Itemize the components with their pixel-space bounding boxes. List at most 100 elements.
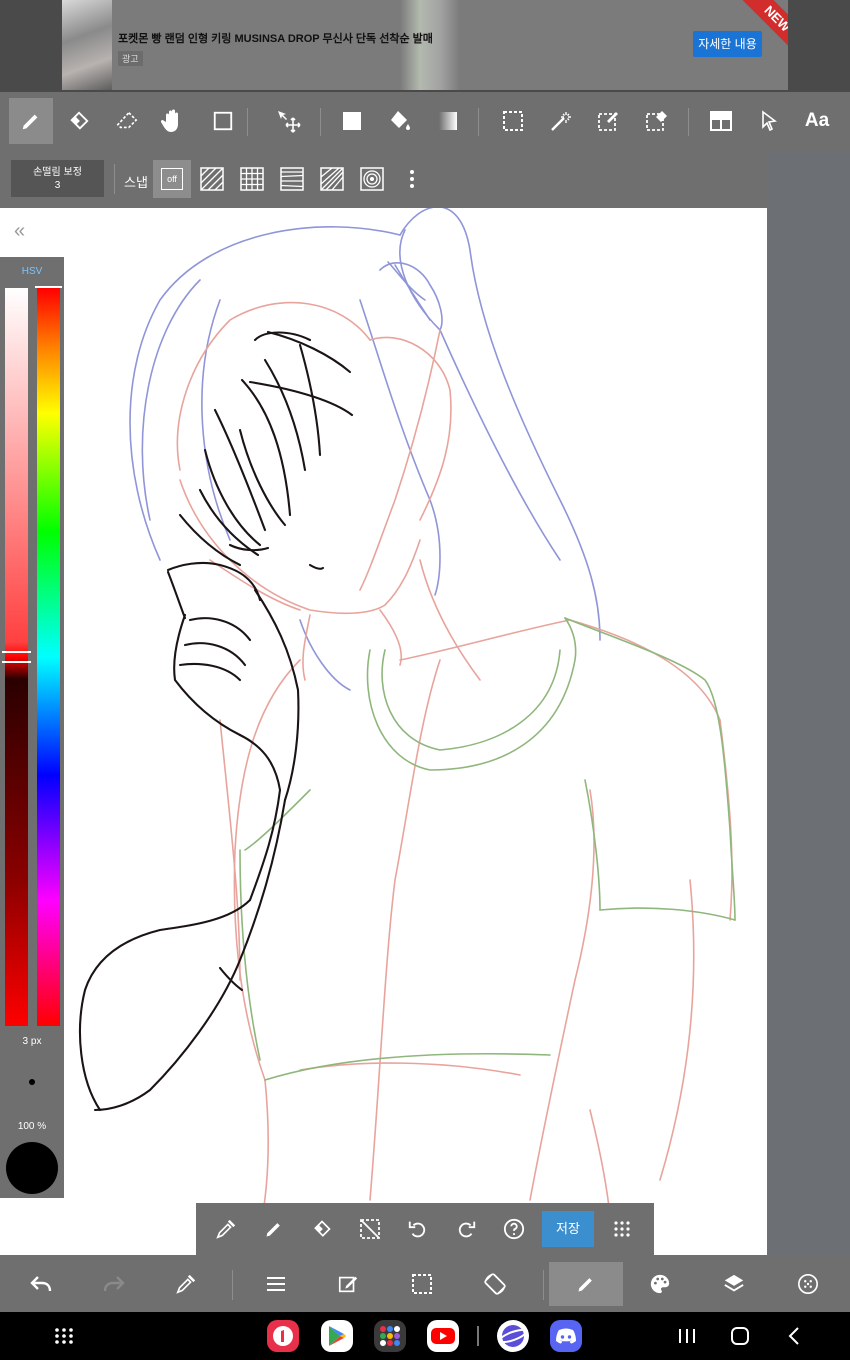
ad-thumbnail[interactable] [62,0,112,90]
ink-lines [78,330,354,1112]
menu-icon [267,1277,285,1291]
quick-deselect-button[interactable] [350,1209,390,1249]
app-one-icon[interactable] [267,1320,299,1352]
hand-tool-button[interactable] [151,98,195,144]
app-drawer-button[interactable] [54,1327,74,1345]
hue-slider[interactable] [37,288,60,1026]
grid-icon [240,167,264,191]
recent-apps-icon [679,1329,695,1343]
hand-icon [161,109,178,132]
help-icon [503,1218,525,1240]
redo-button[interactable] [91,1262,137,1306]
pen-tool-button[interactable] [9,98,53,144]
select-eraser-icon [646,111,667,131]
vanishing-point-icon [320,167,344,191]
material-button[interactable] [785,1262,831,1306]
ad-text[interactable]: 포켓몬 빵 랜덤 인형 키링 MUSINSA DROP 무신사 단독 선착순 발… [118,30,433,46]
ad-ribbon: NEW [738,0,788,50]
bucket-icon [391,111,410,130]
current-color-swatch[interactable] [6,1142,58,1194]
stabilizer-label: 손떨림 보정 [33,167,82,178]
snap-off-button[interactable]: off [153,160,191,198]
more-vertical-icon [410,170,414,188]
recent-apps-button[interactable] [677,1327,697,1345]
select-rect-button[interactable] [491,98,535,144]
quick-pen-button[interactable] [254,1209,294,1249]
rotate-canvas-button[interactable] [472,1262,518,1306]
discord-icon[interactable] [550,1320,582,1352]
text-tool-button[interactable]: Aa [795,98,839,144]
green-sketch-lines [239,617,736,1081]
ad-badge: 광고 [118,51,143,66]
selection-button[interactable] [399,1262,445,1306]
home-button[interactable] [730,1326,750,1346]
back-button[interactable] [787,1326,801,1346]
quick-redo-button[interactable] [446,1209,486,1249]
menu-button[interactable] [253,1262,299,1306]
pen-icon [578,1278,592,1292]
stabilizer-button[interactable]: 손떨림 보정 3 [11,160,104,197]
brush-size-preview[interactable] [29,1079,35,1085]
fill-color-button[interactable] [330,98,374,144]
blur-eraser-tool-button[interactable] [105,98,149,144]
select-pen-button[interactable] [587,98,631,144]
save-button[interactable]: 저장 [542,1211,594,1247]
snap-vanishing-button[interactable] [313,160,351,198]
pointer-button[interactable] [747,98,791,144]
samsung-internet-icon[interactable] [497,1320,529,1352]
shape-tool-button[interactable] [201,98,245,144]
palette-icon [650,1274,670,1294]
pointer-icon [762,110,777,132]
layer-tone-button[interactable] [699,98,743,144]
magic-wand-button[interactable] [539,98,583,144]
move-tool-button[interactable] [266,98,310,144]
bucket-tool-button[interactable] [378,98,422,144]
rotate-right-icon [458,1221,476,1238]
edit-button[interactable] [325,1262,371,1306]
quick-eyedropper-button[interactable] [206,1209,246,1249]
gradient-tool-button[interactable] [426,98,470,144]
drawing-canvas[interactable] [0,208,767,1255]
collapse-panel-icon[interactable]: « [14,220,25,243]
youtube-icon[interactable] [427,1320,459,1352]
system-navigation-bar [0,1312,850,1360]
brightness-slider-handle[interactable] [2,651,31,663]
select-eraser-button[interactable] [635,98,679,144]
perspective-lines-icon [280,167,304,191]
eyedropper-button[interactable] [163,1262,209,1306]
redo-icon [103,1276,125,1292]
hue-slider-handle[interactable] [35,286,62,292]
undo-button[interactable] [18,1262,64,1306]
color-palette-button[interactable] [637,1262,683,1306]
brush-settings-button[interactable] [549,1262,623,1306]
quick-help-button[interactable] [494,1209,534,1249]
play-store-icon[interactable] [321,1320,353,1352]
toolbar-divider [688,108,689,136]
toolbar-divider [114,164,115,194]
bottom-divider [543,1270,544,1300]
sketch-artwork [78,208,736,1241]
stabilizer-value: 3 [54,180,61,191]
color-mode-label[interactable]: HSV [0,266,64,277]
select-rect-icon [412,1274,432,1294]
quick-eraser-button[interactable] [302,1209,342,1249]
snap-label: 스냅 [124,175,148,190]
quick-undo-button[interactable] [398,1209,438,1249]
app-folder-icon[interactable] [374,1320,406,1352]
layers-button[interactable] [711,1262,757,1306]
snap-perspective-button[interactable] [273,160,311,198]
eraser-tool-button[interactable] [57,98,101,144]
snap-circle-button[interactable] [353,160,391,198]
back-icon [788,1327,799,1345]
snap-parallel-button[interactable] [193,160,231,198]
more-options-button[interactable] [393,160,431,198]
undo-icon [30,1276,52,1292]
rotate-left-icon [408,1221,426,1238]
quick-bar-handle[interactable] [602,1209,642,1249]
eraser-icon [314,1220,331,1237]
dock-divider [477,1326,479,1346]
fill-square-icon [343,112,361,130]
move-icon [278,111,301,133]
snap-grid-button[interactable] [233,160,271,198]
eyedropper-icon [216,1219,236,1239]
